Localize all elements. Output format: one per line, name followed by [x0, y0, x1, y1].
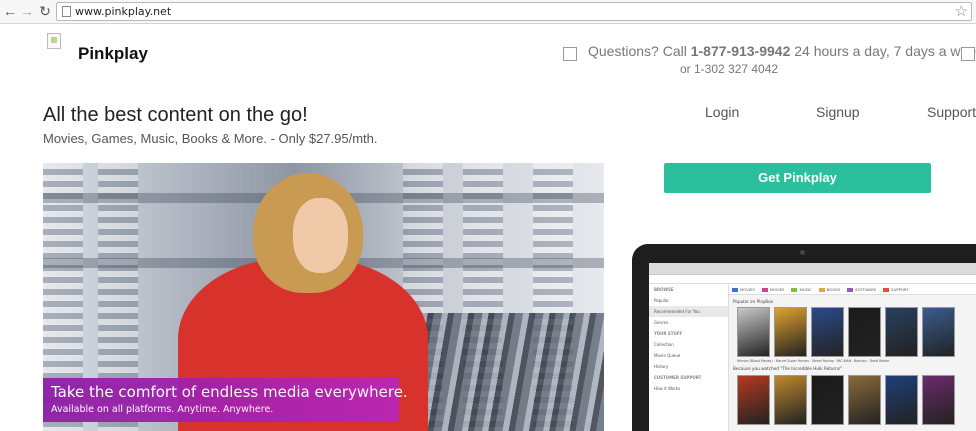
hero-caption-title: Take the comfort of endless media everyw… [51, 383, 408, 401]
hero-photo: Take the comfort of endless media everyw… [43, 163, 604, 431]
mockup-sidebar-item: Recommended For You [649, 306, 728, 317]
laptop-screen: BROWSE Popular Recommended For You Genres YO… [649, 263, 976, 431]
mockup-cover [885, 307, 918, 357]
mockup-sidebar-item: Movie Queue [654, 353, 681, 358]
mockup-row-label: Popular on PlayBox [733, 299, 774, 304]
mockup-sidebar: BROWSE Popular Recommended For You Genres YO… [649, 284, 729, 431]
mockup-cover [774, 307, 807, 357]
mockup-cover-row [737, 375, 955, 425]
mockup-tab: MOVIES [729, 284, 759, 294]
mockup-cover [922, 307, 955, 357]
laptop-mockup: BROWSE Popular Recommended For You Genres YO… [632, 244, 976, 431]
contact-suffix: 24 hours a day, 7 days a week [794, 43, 976, 59]
mockup-tab-label: MOVIES [769, 287, 785, 292]
forward-arrow-icon[interactable]: → [19, 3, 35, 19]
mockup-url-bar [649, 275, 976, 284]
mockup-tab-icon [791, 288, 798, 292]
browser-toolbar: ← → ↻ www.pinkplay.net ☆ [0, 0, 976, 24]
mockup-sidebar-item: Popular [654, 298, 669, 303]
mockup-sidebar-item: How it Works [654, 386, 681, 391]
mockup-tab-icon [818, 288, 825, 292]
page-icon [62, 6, 71, 17]
support-link[interactable]: Support [927, 104, 976, 120]
phone-number: 1-877-913-9942 [690, 43, 791, 59]
page-headline: All the best content on the go! [43, 104, 308, 126]
mockup-tab-label: SOFTWARE [855, 287, 877, 292]
person-face [293, 198, 348, 273]
mockup-cover [811, 307, 844, 357]
mockup-tab: SOFTWARE [844, 284, 880, 294]
mockup-captions: Hitman (Blood Money) · Marvel Super Hero… [737, 359, 890, 363]
hero-caption-banner: Take the comfort of endless media everyw… [43, 378, 408, 422]
contact-line: Questions? Call 1-877-913-9942 24 hours … [588, 43, 976, 59]
mockup-row-label: Because you watched "The Incredible Hulk… [733, 366, 842, 371]
mockup-tab-label: MOVIES [740, 287, 755, 292]
mockup-cover [774, 375, 807, 425]
hero-caption-subtitle: Available on all platforms. Anytime. Any… [51, 404, 274, 415]
address-bar[interactable]: www.pinkplay.net ☆ [56, 2, 972, 21]
mockup-cover [848, 375, 881, 425]
mockup-tab-label: SUPPORT [891, 287, 909, 292]
broken-logo-image [47, 33, 61, 49]
mockup-tab-label: MUSIC [799, 287, 812, 292]
brand-name[interactable]: Pinkplay [78, 44, 148, 64]
page-subline: Movies, Games, Music, Books & More. - On… [43, 131, 378, 146]
mockup-cover [885, 375, 918, 425]
mockup-tab: MUSIC [788, 284, 815, 294]
alt-phone: or 1-302 327 4042 [680, 62, 779, 76]
signup-link[interactable]: Signup [816, 104, 860, 120]
mockup-sidebar-item: BROWSE [654, 287, 674, 292]
mockup-tab-icon [732, 288, 738, 292]
mockup-cover [848, 307, 881, 357]
mockup-sidebar-item: Collection [654, 342, 674, 347]
mockup-sidebar-item: YOUR STUFF [654, 331, 683, 336]
login-link[interactable]: Login [705, 104, 739, 120]
url-text[interactable]: www.pinkplay.net [75, 4, 171, 20]
mockup-tab: BOOKS [816, 284, 844, 294]
phone-icon-placeholder [563, 47, 577, 61]
mockup-cover [922, 375, 955, 425]
mockup-browser-chrome [649, 263, 976, 275]
reload-icon[interactable]: ↻ [37, 3, 53, 19]
mockup-cover-row [737, 307, 955, 357]
mockup-cover [811, 375, 844, 425]
camera-dot [800, 250, 805, 255]
mockup-sidebar-item: History [654, 364, 669, 369]
contact-prefix: Questions? Call [588, 43, 687, 59]
clock-icon-placeholder [961, 47, 975, 61]
mockup-tab: MOVIES [759, 284, 789, 294]
mockup-cover [737, 307, 770, 357]
mockup-sidebar-item: Genres [654, 320, 669, 325]
get-pinkplay-button[interactable]: Get Pinkplay [664, 163, 931, 193]
mockup-tab-icon [847, 288, 854, 292]
mockup-tab-icon [761, 288, 768, 292]
back-arrow-icon[interactable]: ← [2, 3, 18, 19]
mockup-tabs: MOVIES MOVIES MUSIC BOOKS SOFTWARE SUPPORT [729, 284, 976, 295]
mockup-tab-label: BOOKS [826, 287, 841, 292]
mockup-tab-icon [883, 288, 890, 292]
bookmark-star-icon[interactable]: ☆ [955, 3, 968, 20]
mockup-tab: SUPPORT [880, 284, 912, 294]
mockup-sidebar-item: CUSTOMER SUPPORT [654, 375, 702, 380]
mockup-cover [737, 375, 770, 425]
